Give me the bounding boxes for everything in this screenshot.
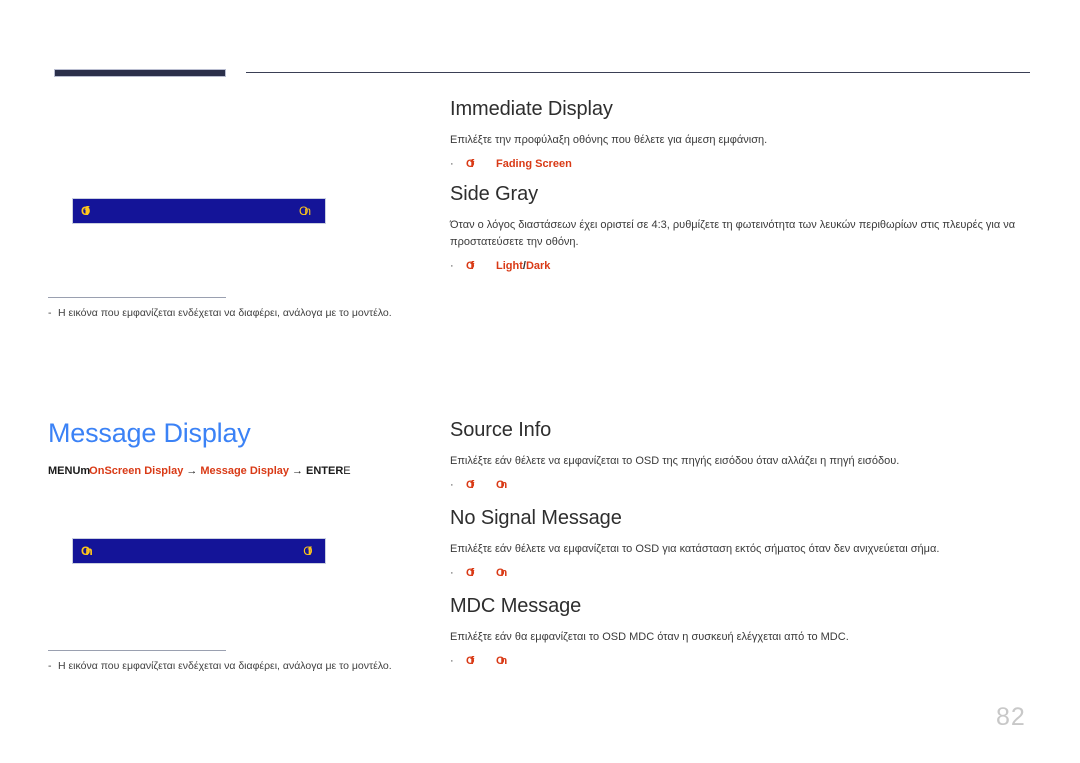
footnote-rule-bottom	[48, 650, 226, 651]
footnote-text-top: -Η εικόνα που εμφανίζεται ενδέχεται να δ…	[48, 307, 428, 319]
header-rule-thick	[54, 69, 226, 77]
topic-heading-side-gray: Side Gray	[450, 183, 539, 205]
option-label: Light	[496, 260, 523, 272]
breadcrumb: MENUm OnScreen Display → Message Display → EN…	[48, 465, 428, 477]
footnote-dash-top: -	[48, 307, 52, 319]
message-display-section: Message Display MENUm OnScreen Display → Me…	[48, 418, 428, 477]
footnote-rule-top	[48, 297, 226, 298]
osd-left-glyph-bottom: On	[81, 544, 92, 558]
option-tofu-icon-on: On	[496, 567, 507, 579]
breadcrumb-menu-tofu-icon: m	[80, 465, 90, 477]
breadcrumb-enter-label: ENTER	[305, 465, 344, 477]
footnote-body-bottom: Η εικόνα που εμφανίζεται ενδέχεται να δι…	[58, 660, 392, 672]
footnote-dash-bottom: -	[48, 660, 52, 672]
breadcrumb-arrow-icon-2: →	[291, 465, 303, 477]
screen-protection-preview-panel: Off On	[48, 198, 428, 224]
bullet-icon: ·	[450, 567, 454, 579]
message-display-preview-panel: On Off	[48, 538, 428, 564]
osd-right-glyph-bottom: Off	[303, 544, 311, 558]
topic-heading-immediate-display: Immediate Display	[450, 98, 613, 120]
option-item[interactable]: · Off On	[450, 653, 1038, 669]
option-item[interactable]: · Off On	[450, 565, 1038, 581]
option-label: Fading Screen	[496, 158, 572, 170]
page-title: Message Display	[48, 418, 251, 448]
option-list-side-gray: · Off Light/Dark	[450, 258, 1038, 274]
topic-side-gray: Side Gray Όταν ο λόγος διαστάσεων έχει ο…	[450, 183, 1038, 274]
option-label-secondary: Dark	[525, 260, 551, 272]
option-list-immediate-display: · Off Fading Screen	[450, 156, 1038, 172]
topic-description-side-gray: Όταν ο λόγος διαστάσεων έχει οριστεί σε …	[450, 219, 1016, 248]
footnote-text-bottom: -Η εικόνα που εμφανίζεται ενδέχεται να δ…	[48, 660, 428, 672]
footnote-body-top: Η εικόνα που εμφανίζεται ενδέχεται να δι…	[58, 307, 392, 319]
breadcrumb-menu-label: MENU	[48, 465, 81, 477]
breadcrumb-enter-tail: E	[343, 465, 351, 477]
page-number: 82	[996, 703, 1026, 731]
osd-left-glyph-top: Off	[81, 204, 89, 218]
bullet-icon: ·	[450, 655, 454, 667]
header-rule-thin	[246, 72, 1030, 73]
topic-no-signal-message: No Signal Message Επιλέξτε εάν θέλετε να…	[450, 507, 1038, 581]
breadcrumb-path-onscreen-display: OnScreen Display	[89, 465, 184, 477]
topic-heading-mdc-message: MDC Message	[450, 595, 582, 617]
breadcrumb-path-message-display: Message Display	[200, 465, 289, 477]
option-list-source-info: · Off On	[450, 477, 1038, 493]
option-list-mdc-message: · Off On	[450, 653, 1038, 669]
topic-description-immediate-display: Επιλέξτε την προφύλαξη οθόνης που θέλετε…	[450, 134, 768, 146]
footnote-block-top: -Η εικόνα που εμφανίζεται ενδέχεται να δ…	[48, 297, 428, 319]
breadcrumb-arrow-icon-1: →	[186, 465, 198, 477]
topic-heading-no-signal-message: No Signal Message	[450, 507, 622, 529]
option-item[interactable]: · Off Light/Dark	[450, 258, 1038, 274]
option-tofu-icon-on: On	[496, 479, 507, 491]
topic-description-no-signal-message: Επιλέξτε εάν θέλετε να εμφανίζεται το OS…	[450, 543, 940, 555]
topic-mdc-message: MDC Message Επιλέξτε εάν θα εμφανίζεται …	[450, 595, 1038, 669]
topic-description-source-info: Επιλέξτε εάν θέλετε να εμφανίζεται το OS…	[450, 455, 900, 467]
option-tofu-icon: Off	[466, 260, 474, 272]
bullet-icon: ·	[450, 158, 454, 170]
topic-description-mdc-message: Επιλέξτε εάν θα εμφανίζεται το OSD MDC ό…	[450, 631, 849, 643]
option-tofu-icon-on: On	[496, 655, 507, 667]
osd-right-glyph-top: On	[298, 204, 311, 218]
topic-heading-source-info: Source Info	[450, 419, 552, 441]
option-tofu-icon-off: Off	[466, 567, 474, 579]
option-item[interactable]: · Off Fading Screen	[450, 156, 1038, 172]
option-tofu-icon-off: Off	[466, 479, 474, 491]
osd-preview-strip-top: Off On	[72, 198, 326, 224]
topic-immediate-display: Immediate Display Επιλέξτε την προφύλαξη…	[450, 98, 1038, 172]
footnote-block-bottom: -Η εικόνα που εμφανίζεται ενδέχεται να δ…	[48, 650, 428, 672]
osd-preview-strip-bottom: On Off	[72, 538, 326, 564]
option-tofu-icon: Off	[466, 158, 474, 170]
topic-source-info: Source Info Επιλέξτε εάν θέλετε να εμφαν…	[450, 419, 1038, 493]
bullet-icon: ·	[450, 479, 454, 491]
bullet-icon: ·	[450, 260, 454, 272]
option-tofu-icon-off: Off	[466, 655, 474, 667]
option-item[interactable]: · Off On	[450, 477, 1038, 493]
option-list-no-signal-message: · Off On	[450, 565, 1038, 581]
